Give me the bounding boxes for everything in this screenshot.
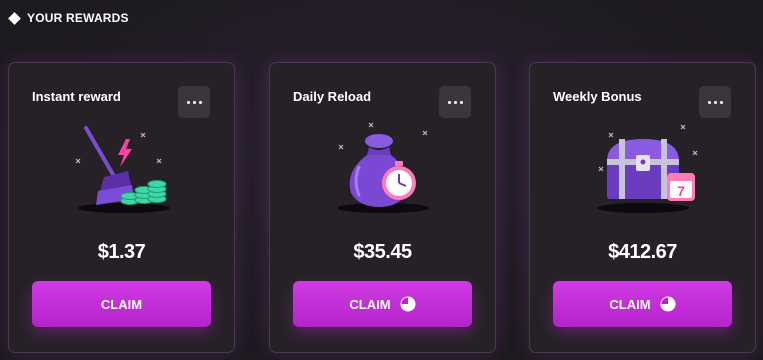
reward-card-instant: Instant reward $1.37 CLAIM: [8, 62, 235, 353]
claim-button[interactable]: CLAIM: [293, 281, 472, 327]
diamond-icon: [8, 11, 21, 25]
claim-label: CLAIM: [349, 296, 391, 312]
timer-pie-icon: [400, 296, 416, 312]
section-title: YOUR REWARDS: [27, 11, 129, 25]
card-title: Weekly Bonus: [553, 89, 642, 104]
card-title: Daily Reload: [293, 89, 372, 104]
money-bag-clock-icon: [336, 122, 429, 213]
timer-pie-icon: [660, 296, 676, 312]
treasure-chest-calendar-icon: 7: [596, 124, 697, 213]
calendar-day: 7: [677, 183, 685, 199]
more-options-button[interactable]: [699, 86, 731, 118]
reward-amount: $35.45: [353, 241, 412, 263]
card-title: Instant reward: [32, 89, 121, 104]
reward-amount: $412.67: [608, 241, 677, 263]
reward-amount: $1.37: [97, 241, 146, 263]
broom-coins-icon: [75, 126, 170, 213]
rewards-header: YOUR REWARDS: [8, 11, 129, 25]
reward-card-daily: Daily Reload $35.45 CLAIM: [269, 62, 496, 353]
reward-card-weekly: Weekly Bonus 7 $412.67 CLAIM: [529, 62, 756, 353]
more-options-button[interactable]: [178, 86, 210, 118]
claim-button[interactable]: CLAIM: [553, 281, 732, 327]
claim-label: CLAIM: [100, 296, 143, 312]
more-options-button[interactable]: [439, 86, 471, 118]
claim-button[interactable]: CLAIM: [32, 281, 211, 327]
claim-label: CLAIM: [609, 296, 651, 312]
